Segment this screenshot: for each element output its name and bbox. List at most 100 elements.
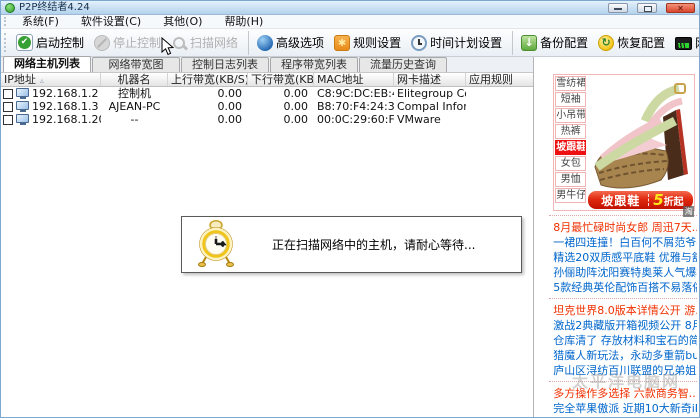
column-header[interactable]: 机器名	[101, 73, 168, 86]
news-link[interactable]: 精选20双质感平底鞋 优雅与舒...	[549, 250, 697, 265]
tab-label: 网络主机列表	[14, 57, 80, 70]
tab-control-log[interactable]: 控制日志列表	[181, 57, 269, 72]
minimize-button[interactable]	[608, 3, 628, 13]
mac-address-cell: 00:0C:29:60:F...	[317, 113, 394, 126]
toolbar-button[interactable]: 恢复配置	[593, 31, 670, 55]
news-link[interactable]: 庐山区浔纺百川联盟的兄弟姐妹...	[549, 363, 697, 378]
title-bar: P2P终结者4.24	[1, 1, 699, 15]
backup-config-icon	[521, 34, 538, 51]
column-header[interactable]: MAC地址	[314, 73, 394, 86]
computer-icon	[16, 88, 29, 99]
ad-category-item[interactable]: 女包	[555, 156, 587, 171]
download-bandwidth-cell: 0.00	[283, 100, 309, 113]
rule-settings-icon	[334, 34, 351, 51]
ip-cell: 192.168.1.2	[1, 87, 101, 100]
taobao-corner-tag: 淘	[683, 206, 695, 217]
tab-app-bandwidth[interactable]: 程序带宽列表	[270, 57, 358, 72]
restore-button[interactable]	[637, 3, 657, 13]
computer-icon	[16, 114, 29, 125]
toolbar-button[interactable]: 扫描网络	[166, 30, 250, 55]
product-image[interactable]	[587, 75, 694, 191]
window-title: P2P终结者4.24	[19, 1, 90, 13]
ad-category-item[interactable]: 坡跟鞋	[555, 140, 587, 155]
menu-software-settings[interactable]: 软件设置(C)	[70, 15, 152, 28]
host-row[interactable]: 192.168.1.200 -- 0.00 0.00 00:0C:29:60:F…	[1, 113, 533, 126]
toolbar-button-label: 启动控制	[36, 36, 85, 50]
tab-label: 控制日志列表	[192, 58, 258, 71]
toolbar-button[interactable]: 启动控制	[11, 31, 89, 55]
news-group-fashion: 8月最忙碌时尚女郎 周迅7天... 一裙四连撞！白百何不屑范爷孙... 精选20…	[549, 215, 698, 298]
toolbar-button[interactable]: 高级选项	[252, 31, 329, 55]
close-button[interactable]	[666, 3, 695, 14]
column-header[interactable]: IP地址	[1, 73, 101, 86]
mac-address-cell: C8:9C:DC:EB:4...	[317, 87, 394, 100]
ad-category-item[interactable]: 热裤	[555, 124, 587, 139]
toolbar-button-label: 恢复配置	[617, 36, 666, 50]
menu-other[interactable]: 其他(O)	[152, 15, 213, 28]
toolbar-button[interactable]: 规则设置	[329, 31, 406, 55]
toolbar-button[interactable]: 停止控制	[89, 31, 166, 55]
news-link[interactable]: 孙俪助阵沈阳赛特奥莱人气爆棚	[549, 265, 697, 280]
news-link[interactable]: 仓库清了 存放材料和宝石的简...	[549, 333, 697, 348]
news-group-tech: 多方操作多选择 六款商务智... 完全苹果傲派 近期10大新奇iPo...	[549, 381, 698, 417]
tab-label: 程序带宽列表	[281, 58, 347, 71]
discount-banner[interactable]: 坡跟鞋 5 折起	[588, 191, 694, 209]
toolbar: 启动控制 停止控制 扫描网络 高级选项 规则设置	[1, 29, 699, 57]
toolbar-button[interactable]: 备份配置	[516, 31, 593, 55]
toolbar-button-label: 时间计划设置	[430, 36, 503, 50]
news-group-games: 坦克世界8.0版本详情公开 游... 激战2典藏版开箱视频公开 8月2... 仓…	[549, 298, 698, 381]
upload-bandwidth-cell: 0.00	[217, 87, 243, 100]
host-checkbox[interactable]	[3, 114, 13, 125]
host-row[interactable]: 192.168.1.2 控制机 0.00 0.00 C8:9C:DC:EB:4.…	[1, 87, 533, 100]
news-link[interactable]: 坦克世界8.0版本详情公开 游...	[549, 303, 697, 318]
start-control-icon	[16, 34, 33, 51]
column-header[interactable]: 应用规则	[466, 73, 533, 86]
ip-cell: 192.168.1.200	[1, 113, 101, 126]
news-link[interactable]: 8月最忙碌时尚女郎 周迅7天...	[549, 220, 697, 235]
upload-bandwidth-cell: 0.00	[217, 100, 243, 113]
shopping-ad[interactable]: 雪纺裙 短袖 小吊带 热裤 坡跟鞋 女包 男恤 男牛仔 坡跟鞋 5 折起 淘	[553, 74, 696, 217]
news-link[interactable]: 完全苹果傲派 近期10大新奇iPo...	[549, 401, 697, 416]
stop-control-icon	[94, 34, 111, 51]
discount-suffix: 折起	[663, 196, 684, 208]
column-header[interactable]: 上行带宽(KB/S)	[168, 73, 248, 86]
panel-gap	[534, 57, 546, 417]
ad-category-item[interactable]: 男牛仔	[555, 188, 587, 203]
news-link[interactable]: 一裙四连撞！白百何不屑范爷孙...	[549, 235, 697, 250]
scanning-dialog: 正在扫描网络中的主机，请耐心等待...	[181, 216, 522, 273]
tab-network-hosts[interactable]: 网络主机列表	[3, 56, 91, 72]
news-link[interactable]: 激战2典藏版开箱视频公开 8月2...	[549, 318, 697, 333]
ad-right-area: 坡跟鞋 5 折起 淘	[587, 75, 695, 217]
menu-system[interactable]: 系统(F)	[11, 15, 70, 28]
menu-help[interactable]: 帮助(H)	[213, 15, 274, 28]
download-bandwidth-cell: 0.00	[283, 87, 309, 100]
news-link[interactable]: 多方操作多选择 六款商务智...	[549, 386, 697, 401]
discount-number: 5	[653, 191, 664, 209]
computer-icon	[16, 101, 29, 112]
host-checkbox[interactable]	[3, 88, 13, 99]
column-header[interactable]: 下行带宽(KB/S)	[248, 73, 314, 86]
toolbar-button-label: 高级选项	[276, 36, 325, 50]
toolbar-button-label: 停止控制	[113, 36, 162, 50]
speed-test-icon	[675, 36, 693, 50]
ad-category-item[interactable]: 短袖	[555, 92, 587, 107]
mac-address-cell: B8:70:F4:24:3...	[317, 100, 394, 113]
tab-traffic-history[interactable]: 流量历史查询	[359, 57, 447, 72]
shoe-illustration	[594, 83, 689, 189]
alarm-clock-icon	[196, 219, 236, 271]
toolbar-button[interactable]: 时间计划设置	[406, 30, 514, 55]
news-link[interactable]: 猎魔人新玩法，永动多重箭build	[549, 348, 697, 363]
ad-category-item[interactable]: 小吊带	[555, 108, 587, 123]
ad-category-item[interactable]: 雪纺裙	[555, 76, 587, 91]
ad-category-item[interactable]: 男恤	[555, 172, 587, 187]
news-link[interactable]: 5款经典英伦配饰百搭不易落俗套	[549, 280, 697, 295]
tab-label: 网络带宽图	[108, 58, 164, 71]
toolbar-button-label: 扫描网络	[190, 36, 239, 50]
mouse-cursor-icon	[161, 36, 175, 60]
toolbar-button[interactable]: 网速测试	[670, 31, 699, 55]
host-checkbox[interactable]	[3, 101, 13, 112]
column-header[interactable]: 网卡描述	[394, 73, 466, 86]
host-row[interactable]: 192.168.1.3 AJEAN-PC 0.00 0.00 B8:70:F4:…	[1, 100, 533, 113]
machine-name-cell: 控制机	[118, 87, 151, 100]
app-logo-icon	[5, 2, 15, 13]
